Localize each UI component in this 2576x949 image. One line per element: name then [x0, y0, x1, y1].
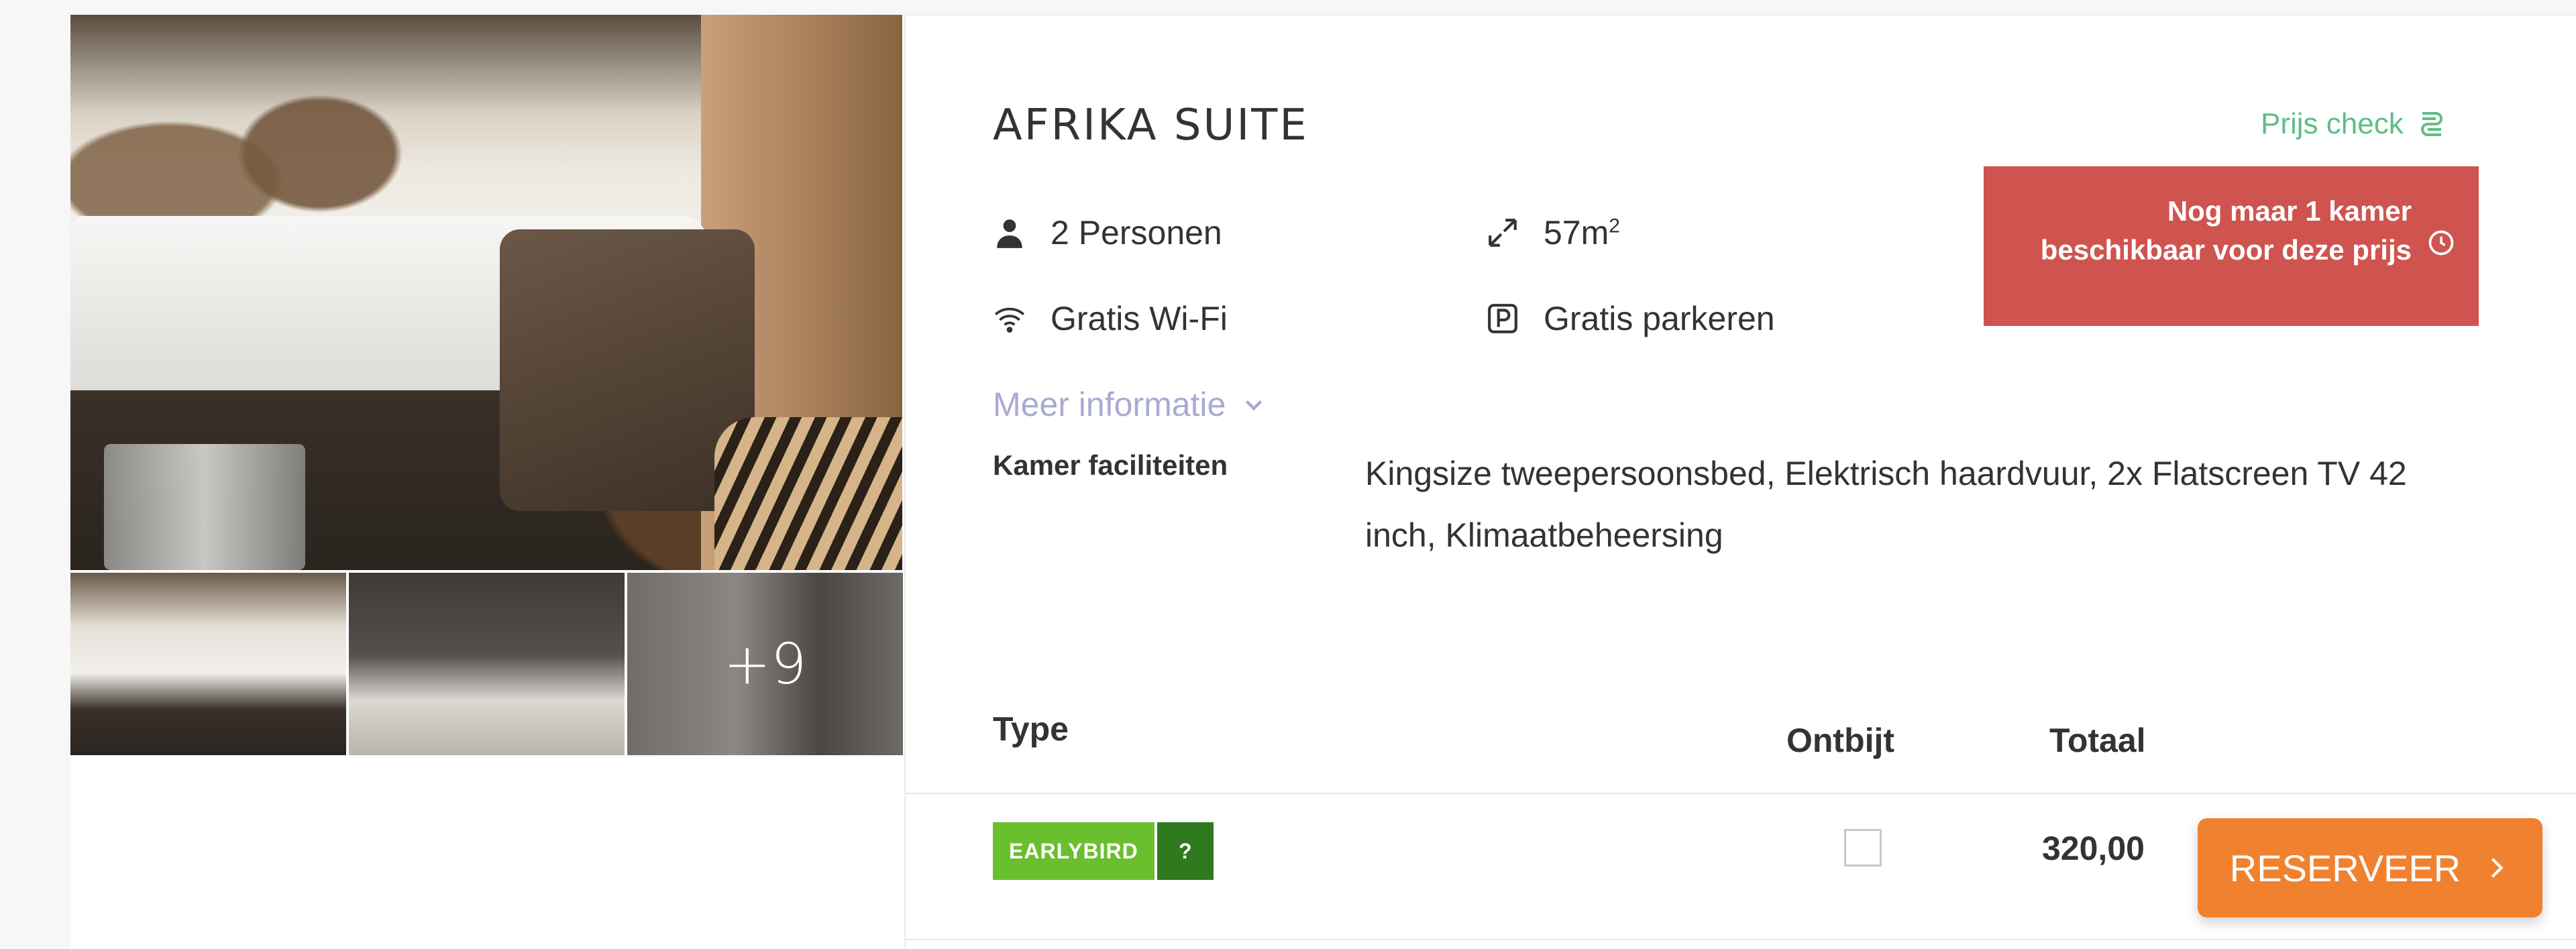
price-tag-icon [2420, 112, 2443, 136]
table-divider-bottom [906, 939, 2576, 940]
person-icon [997, 219, 1022, 248]
room-title: AFRIKA SUITE [993, 101, 1309, 150]
more-info-toggle[interactable]: Meer informatie [993, 385, 1266, 424]
feature-persons: 2 Personen [993, 213, 1222, 252]
rate-type-badge: EARLYBIRD ? [993, 822, 1214, 880]
thumbnail-more[interactable]: +9 [627, 573, 903, 755]
earlybird-label: EARLYBIRD [993, 822, 1155, 880]
thumbnail-2[interactable] [349, 573, 625, 755]
breakfast-checkbox[interactable] [1844, 829, 1882, 867]
feature-parking-label: Gratis parkeren [1544, 300, 1775, 337]
wifi-icon [994, 307, 1025, 333]
column-divider [904, 15, 906, 949]
photo-gallery: +9 [70, 15, 903, 949]
reserve-button[interactable]: RESERVEER [2198, 818, 2542, 917]
feature-size: 57m2 [1486, 213, 1620, 252]
main-room-photo[interactable] [70, 15, 902, 570]
feature-parking: Gratis parkeren [1486, 299, 1775, 338]
price-check-label: Prijs check [2261, 107, 2404, 140]
more-photos-count: +9 [723, 631, 807, 697]
facilities-label: Kamer faciliteiten [993, 449, 1228, 481]
availability-alert: Nog maar 1 kamer beschikbaar voor deze p… [1984, 166, 2479, 326]
facilities-value: Kingsize tweepersoonsbed, Elektrisch haa… [1365, 455, 2407, 554]
feature-size-label: 57m2 [1544, 214, 1620, 252]
header-total: Totaal [2049, 722, 2146, 759]
table-divider [906, 793, 2576, 794]
parking-icon [1488, 304, 1517, 333]
rate-help-button[interactable]: ? [1157, 822, 1214, 880]
chevron-right-icon [2491, 858, 2504, 878]
price-check-link[interactable]: Prijs check [2261, 107, 2448, 141]
chevron-down-icon [1246, 400, 1263, 411]
availability-alert-text: Nog maar 1 kamer beschikbaar voor deze p… [2040, 195, 2412, 266]
clock-icon [2428, 230, 2454, 256]
feature-wifi: Gratis Wi-Fi [993, 299, 1228, 338]
feature-persons-label: 2 Personen [1051, 214, 1222, 252]
header-type: Type [993, 710, 1069, 748]
reserve-button-label: RESERVEER [2229, 846, 2461, 889]
rate-total: 320,00 [2042, 830, 2145, 867]
expand-arrows-icon [1489, 219, 1517, 247]
thumbnail-1[interactable] [70, 573, 346, 755]
header-breakfast: Ontbijt [1786, 722, 1895, 759]
feature-wifi-label: Gratis Wi-Fi [1051, 300, 1228, 337]
more-info-label: Meer informatie [993, 386, 1226, 423]
